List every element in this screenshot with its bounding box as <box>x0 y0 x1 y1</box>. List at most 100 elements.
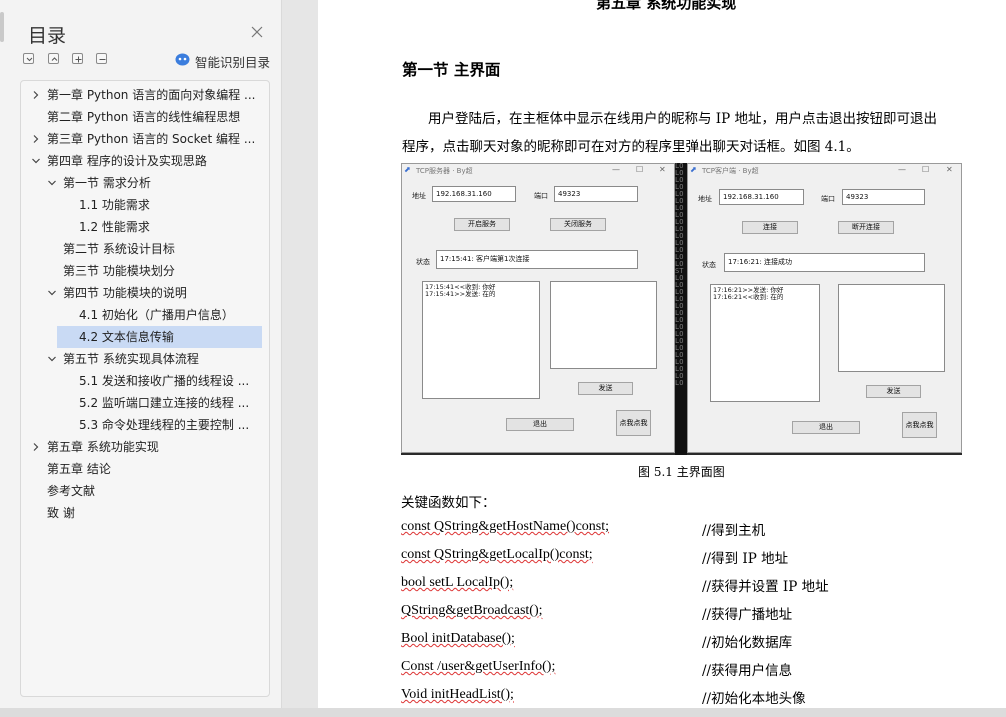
start-service-button: 开启服务 <box>454 218 510 231</box>
toc-item-label: 4.1 初始化（广播用户信息） <box>79 308 234 322</box>
code-line: Void initHeadList(); <box>401 687 514 702</box>
minimize-icon: — <box>898 165 906 174</box>
status-field: 17:16:21: 连接成功 <box>724 253 925 272</box>
window-icon: ⬈ <box>690 165 697 174</box>
main-interface-figure: ⬈ TCP服务器 · By超 — ☐ ✕ 地址 192.168.31.160 端… <box>401 163 962 455</box>
collapse-all-icon[interactable] <box>23 53 34 64</box>
code-comment: //获得用户信息 <box>702 663 793 679</box>
code-comment: //得到主机 <box>702 523 766 539</box>
toc-item[interactable]: 1.1 功能需求 <box>79 194 263 216</box>
toc-item[interactable]: 第五章 系统功能实现 <box>47 436 263 458</box>
figure-caption: 图 5.1 主界面图 <box>638 465 725 479</box>
chevron-down-icon[interactable] <box>31 156 41 166</box>
chevron-down-icon[interactable] <box>47 178 57 188</box>
toc-item[interactable]: 4.1 初始化（广播用户信息） <box>79 304 263 326</box>
toc-title: 目录 <box>28 25 67 47</box>
port-label: 端口 <box>534 192 548 200</box>
code-line: bool setL LocalIp(); <box>401 575 514 590</box>
code-line: Bool initDatabase(); <box>401 631 515 646</box>
toc-item-label: 4.2 文本信息传输 <box>79 330 174 344</box>
toc-item-label: 5.1 发送和接收广播的线程设 ... <box>79 374 250 388</box>
toc-item-label: 1.1 功能需求 <box>79 198 150 212</box>
toc-item[interactable]: 第四节 功能模块的说明 <box>63 282 263 304</box>
chevron-right-icon[interactable] <box>31 134 41 144</box>
chevron-right-icon[interactable] <box>31 90 41 100</box>
toc-item-label: 5.3 命令处理线程的主要控制 ... <box>79 418 250 432</box>
status-label: 状态 <box>702 261 716 269</box>
code-comment: //初始化本地头像 <box>702 691 806 707</box>
exit-button: 退出 <box>792 421 860 434</box>
client-window: ⬈ TCP客户端 · By超 — ☐ ✕ 地址 192.168.31.160 端… <box>687 163 962 453</box>
chat-log: 17:15:41<<收到: 你好 17:15:41>>发送: 在的 <box>422 281 540 399</box>
toc-item-label: 第四节 功能模块的说明 <box>63 286 187 300</box>
close-icon: ✕ <box>946 165 953 174</box>
close-icon[interactable] <box>250 25 264 39</box>
code-comment: //得到 IP 地址 <box>702 551 789 567</box>
poke-button: 点我点我 <box>616 410 651 436</box>
code-line: QString&getBroadcast(); <box>401 603 543 618</box>
toc-item[interactable]: 致 谢 <box>47 502 263 524</box>
section-title: 第一节 主界面 <box>402 60 501 79</box>
toc-item-label: 第三节 功能模块划分 <box>63 264 175 278</box>
chat-log-line: 17:16:21<<收到: 在的 <box>713 293 784 301</box>
toc-item-label: 1.2 性能需求 <box>79 220 150 234</box>
minimize-icon: — <box>612 165 620 174</box>
remove-heading-icon[interactable] <box>96 53 107 64</box>
toc-item[interactable]: 第二章 Python 语言的线性编程思想 <box>47 106 263 128</box>
maximize-icon: ☐ <box>922 165 930 174</box>
toc-item[interactable]: 5.1 发送和接收广播的线程设 ... <box>79 370 263 392</box>
toc-item[interactable]: 5.3 命令处理线程的主要控制 ... <box>79 414 263 436</box>
send-button: 发送 <box>866 385 921 398</box>
toc-item[interactable]: 参考文献 <box>47 480 263 502</box>
chevron-right-icon[interactable] <box>31 442 41 452</box>
disconnect-button: 断开连接 <box>838 221 894 234</box>
window-title: TCP服务器 · By超 <box>416 167 473 175</box>
key-functions-intro: 关键函数如下： <box>401 495 496 511</box>
address-label: 地址 <box>698 195 712 203</box>
stop-service-button: 关闭服务 <box>550 218 606 231</box>
add-heading-icon[interactable] <box>72 53 83 64</box>
sidebar-scrollbar[interactable] <box>0 12 4 42</box>
message-input <box>838 284 945 372</box>
address-field: 192.168.31.160 <box>432 186 516 202</box>
code-comment: //初始化数据库 <box>702 635 793 651</box>
status-label: 状态 <box>416 258 430 266</box>
send-button: 发送 <box>578 382 633 395</box>
toc-item-label: 第一节 需求分析 <box>63 176 151 190</box>
message-input <box>550 281 657 369</box>
toc-item[interactable]: 第一章 Python 语言的面向对象编程 ... <box>47 84 263 106</box>
chevron-down-icon[interactable] <box>47 354 57 364</box>
toc-item[interactable]: 4.2 文本信息传输 <box>57 326 262 348</box>
status-field: 17:15:41: 客户端第1次连接 <box>436 250 638 269</box>
smart-toc-label: 智能识别目录 <box>195 55 271 70</box>
toc-item-label: 第一章 Python 语言的面向对象编程 ... <box>47 88 256 102</box>
address-field: 192.168.31.160 <box>719 189 804 205</box>
document-page: 第五章 系统功能实现 第一节 主界面 用户登陆后，在主框体中显示在线用户的昵称与… <box>318 0 1006 708</box>
server-window: ⬈ TCP服务器 · By超 — ☐ ✕ 地址 192.168.31.160 端… <box>401 163 675 453</box>
toc-item[interactable]: 第三节 功能模块划分 <box>63 260 263 282</box>
port-label: 端口 <box>821 195 835 203</box>
toc-item-label: 第二章 Python 语言的线性编程思想 <box>47 110 241 124</box>
toc-item-label: 第三章 Python 语言的 Socket 编程 ... <box>47 132 256 146</box>
chevron-down-icon[interactable] <box>47 288 57 298</box>
toc-sidebar: 目录 智能识别目录 第一章 Python 语言的面向对象编程 ... 第二章 Py… <box>0 0 282 717</box>
maximize-icon: ☐ <box>636 165 644 174</box>
toc-item[interactable]: 第五节 系统实现具体流程 <box>63 348 263 370</box>
window-icon: ⬈ <box>404 165 411 174</box>
toc-item[interactable]: 5.2 监听端口建立连接的线程 ... <box>79 392 263 414</box>
toc-item-label: 第四章 程序的设计及实现思路 <box>47 154 207 168</box>
status-bar <box>0 708 1006 717</box>
chat-log-line: 17:15:41>>发送: 在的 <box>425 290 496 298</box>
toc-item[interactable]: 第二节 系统设计目标 <box>63 238 263 260</box>
toc-item[interactable]: 第三章 Python 语言的 Socket 编程 ... <box>47 128 263 150</box>
toc-item[interactable]: 第四章 程序的设计及实现思路 <box>47 150 263 172</box>
toc-item-label: 第二节 系统设计目标 <box>63 242 175 256</box>
toc-item[interactable]: 第一节 需求分析 <box>63 172 263 194</box>
expand-all-icon[interactable] <box>48 53 59 64</box>
toc-tree: 第一章 Python 语言的面向对象编程 ... 第二章 Python 语言的线性… <box>20 80 270 697</box>
toc-item[interactable]: 第五章 结论 <box>47 458 263 480</box>
code-comment: //获得广播地址 <box>702 607 793 623</box>
toc-item[interactable]: 1.2 性能需求 <box>79 216 263 238</box>
close-icon: ✕ <box>659 165 666 174</box>
paragraph-line: 程序，点击聊天对象的昵称即可在对方的程序里弹出聊天对话框。如图 4.1。 <box>402 139 860 155</box>
